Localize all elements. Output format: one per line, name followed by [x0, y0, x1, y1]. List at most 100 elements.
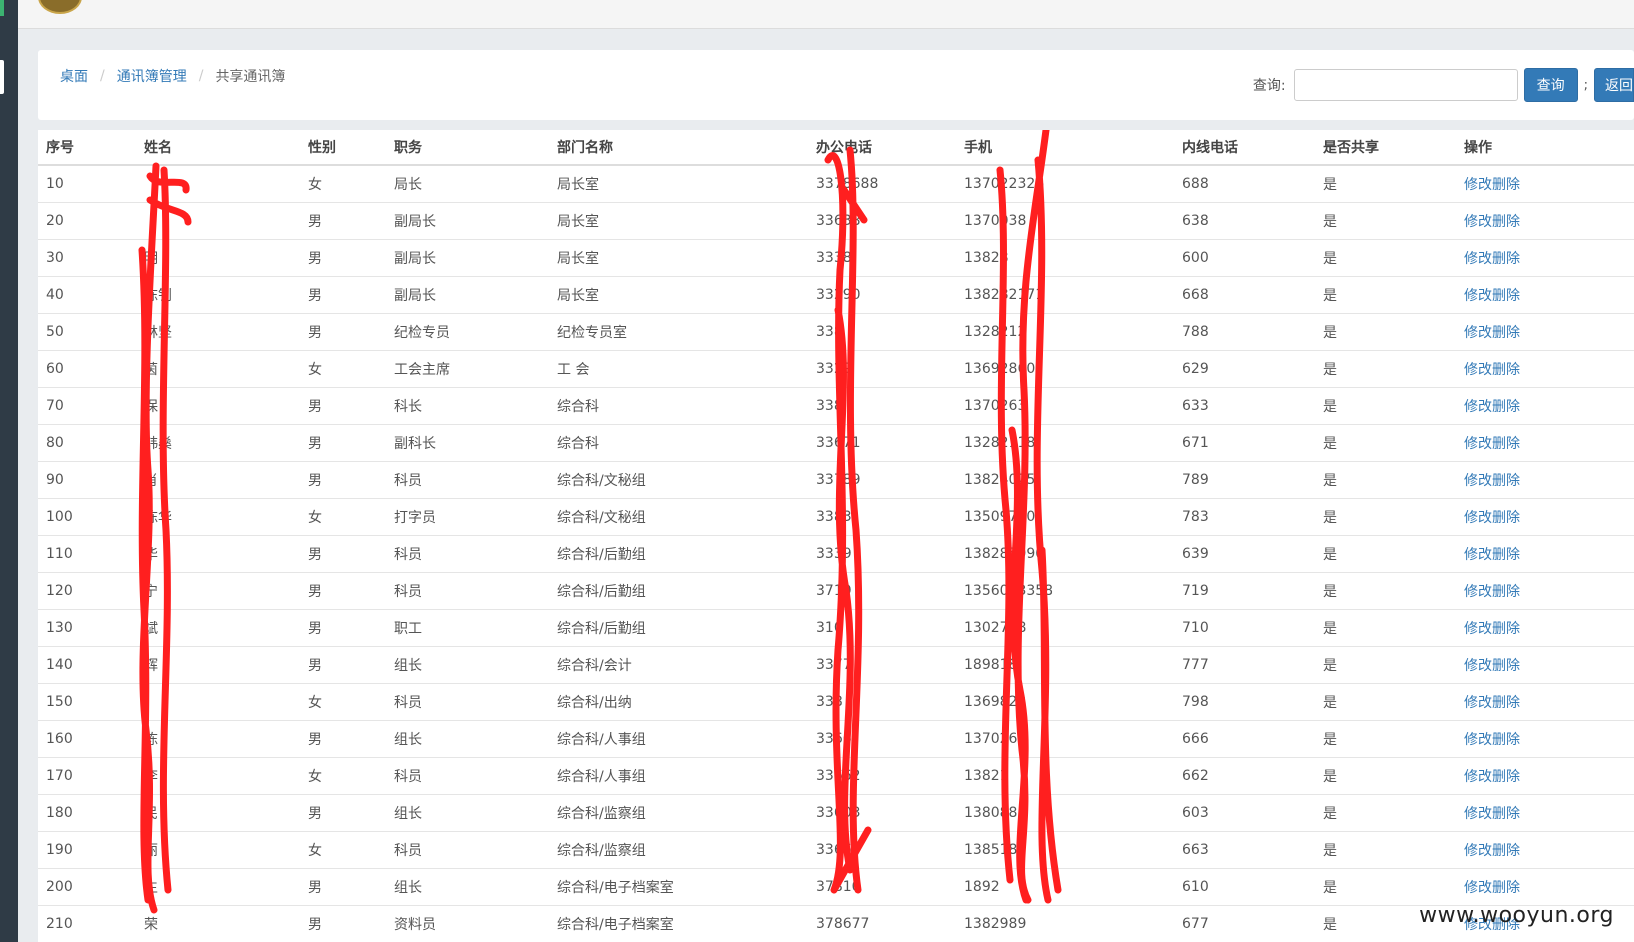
- column-header-extension[interactable]: 内线电话: [1174, 130, 1315, 166]
- cell-gender: 女: [300, 757, 386, 795]
- cell-actions[interactable]: 修改删除: [1456, 683, 1634, 721]
- table-body: 10 女局长 局长室 3378688 137022326 688 是修改删除 20 男副局长 局长…: [38, 164, 1634, 942]
- cell-shared: 是: [1315, 164, 1456, 203]
- cell-extension: 789: [1174, 461, 1315, 499]
- column-header-office-phone[interactable]: 办公电话: [808, 130, 956, 166]
- cell-position: 科员: [386, 535, 549, 573]
- cell-actions[interactable]: 修改删除: [1456, 313, 1634, 351]
- cell-department: 工 会: [549, 350, 808, 388]
- cell-actions[interactable]: 修改删除: [1456, 202, 1634, 240]
- cell-index: 30: [38, 239, 136, 277]
- cell-position: 副局长: [386, 239, 549, 277]
- cell-gender: 女: [300, 683, 386, 721]
- table-row: 180 民男组长 综合科/监察组 33603 138088 603 是修改删除: [38, 794, 1634, 832]
- cell-position: 打字员: [386, 498, 549, 536]
- cell-department: 综合科/监察组: [549, 794, 808, 832]
- back-button[interactable]: 返回: [1594, 68, 1634, 102]
- cell-office-phone: 378677: [808, 905, 956, 942]
- cell-index: 50: [38, 313, 136, 351]
- cell-position: 副局长: [386, 276, 549, 314]
- cell-actions[interactable]: 修改删除: [1456, 424, 1634, 462]
- cell-name: 民: [136, 794, 300, 832]
- cell-actions[interactable]: 修改删除: [1456, 572, 1634, 610]
- cell-index: 150: [38, 683, 136, 721]
- cell-actions[interactable]: 修改删除: [1456, 535, 1634, 573]
- cell-gender: 男: [300, 646, 386, 684]
- cell-department: 综合科/后勤组: [549, 572, 808, 610]
- cell-index: 40: [38, 276, 136, 314]
- column-header-position[interactable]: 职务: [386, 130, 549, 166]
- cell-office-phone: 33663: [808, 831, 956, 869]
- cell-actions[interactable]: 修改删除: [1456, 646, 1634, 684]
- cell-office-phone: 33662: [808, 757, 956, 795]
- column-header-actions: 操作: [1456, 130, 1634, 166]
- cell-mobile: 1382989: [956, 905, 1174, 942]
- cell-gender: 男: [300, 572, 386, 610]
- cell-name: [136, 164, 300, 203]
- cell-department: 局长室: [549, 164, 808, 203]
- cell-office-phone: 3377: [808, 646, 956, 684]
- cell-actions[interactable]: 修改删除: [1456, 498, 1634, 536]
- search-input[interactable]: [1293, 69, 1518, 101]
- cell-actions[interactable]: 修改删除: [1456, 164, 1634, 203]
- cell-extension: 710: [1174, 609, 1315, 647]
- cell-name: 茵: [136, 350, 300, 388]
- cell-shared: 是: [1315, 868, 1456, 906]
- cell-shared: 是: [1315, 572, 1456, 610]
- column-header-gender[interactable]: 性别: [300, 130, 386, 166]
- cell-extension: 629: [1174, 350, 1315, 388]
- cell-position: 职工: [386, 609, 549, 647]
- cell-actions[interactable]: 修改删除: [1456, 276, 1634, 314]
- cell-extension: 662: [1174, 757, 1315, 795]
- sidebar-toggle-handle[interactable]: [0, 60, 4, 94]
- cell-extension: 777: [1174, 646, 1315, 684]
- cell-mobile: 189818: [956, 646, 1174, 684]
- app-logo: [38, 0, 82, 14]
- table-row: 170 李女科员 综合科/人事组 33662 13821 662 是修改删除: [38, 757, 1634, 795]
- search-button[interactable]: 查询: [1523, 68, 1578, 102]
- cell-name: [136, 683, 300, 721]
- cell-index: 80: [38, 424, 136, 462]
- cell-actions[interactable]: 修改删除: [1456, 794, 1634, 832]
- cell-office-phone: 33638: [808, 202, 956, 240]
- cell-name: 荣: [136, 905, 300, 942]
- column-header-name[interactable]: 姓名: [136, 130, 300, 166]
- column-header-index[interactable]: 序号: [38, 130, 136, 166]
- cell-mobile: 13509720: [956, 498, 1174, 536]
- cell-extension: 633: [1174, 387, 1315, 425]
- table-row: 210 荣男资料员 综合科/电子档案室 378677 1382989 677 是修改删除: [38, 905, 1634, 942]
- cell-name: 华: [136, 535, 300, 573]
- cell-mobile: 13824025: [956, 461, 1174, 499]
- sidebar-indicator: [0, 0, 4, 16]
- table-row: 50 林坚男纪检专员 纪检专员室 338 1328212 788 是修改删除: [38, 313, 1634, 351]
- cell-name: 林坚: [136, 313, 300, 351]
- cell-name: 陈: [136, 720, 300, 758]
- cell-shared: 是: [1315, 387, 1456, 425]
- column-header-mobile[interactable]: 手机: [956, 130, 1174, 166]
- cell-department: 综合科/电子档案室: [549, 905, 808, 942]
- cell-actions[interactable]: 修改删除: [1456, 831, 1634, 869]
- cell-department: 综合科/出纳: [549, 683, 808, 721]
- cell-actions[interactable]: 修改删除: [1456, 461, 1634, 499]
- cell-name: 斌: [136, 609, 300, 647]
- breadcrumb-home-link[interactable]: 桌面: [60, 66, 88, 86]
- column-header-shared[interactable]: 是否共享: [1315, 130, 1456, 166]
- cell-position: 组长: [386, 868, 549, 906]
- cell-mobile: 1369822: [956, 683, 1174, 721]
- cell-actions[interactable]: 修改删除: [1456, 609, 1634, 647]
- cell-actions[interactable]: 修改删除: [1456, 350, 1634, 388]
- cell-mobile: 1370263: [956, 387, 1174, 425]
- cell-mobile: 13828: [956, 239, 1174, 277]
- cell-position: 资料员: [386, 905, 549, 942]
- cell-position: 副局长: [386, 202, 549, 240]
- cell-actions[interactable]: 修改删除: [1456, 868, 1634, 906]
- breadcrumb-section-link[interactable]: 通讯簿管理: [117, 66, 187, 86]
- column-header-department[interactable]: 部门名称: [549, 130, 808, 166]
- cell-mobile: 1302738: [956, 609, 1174, 647]
- cell-actions[interactable]: 修改删除: [1456, 239, 1634, 277]
- table-row: 40 陈钊男副局长 局长室 33290 138282171 668 是修改删除: [38, 276, 1634, 314]
- cell-actions[interactable]: 修改删除: [1456, 757, 1634, 795]
- cell-shared: 是: [1315, 757, 1456, 795]
- cell-actions[interactable]: 修改删除: [1456, 387, 1634, 425]
- cell-actions[interactable]: 修改删除: [1456, 720, 1634, 758]
